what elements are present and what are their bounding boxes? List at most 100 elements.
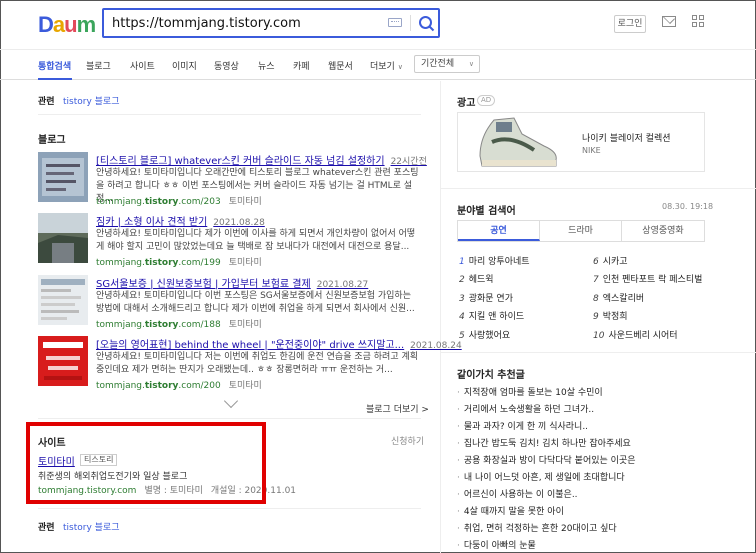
search-input[interactable] — [112, 13, 372, 33]
daum-logo[interactable]: Daum — [38, 12, 96, 38]
blog-item-date: 2021.08.27 — [316, 280, 369, 290]
blog-item-date: 2021.08.24 — [410, 341, 462, 351]
ranking-date: 08.30. 19:18 — [662, 202, 714, 211]
recommend-item[interactable]: 공용 화장실과 방이 다닥다닥 붙어있는 이곳은 — [457, 453, 636, 466]
recommend-item[interactable]: 물과 과자? 이게 한 끼 식사라니.. — [457, 419, 588, 432]
chevron-down-icon: ∨ — [397, 63, 403, 71]
blog-item-author: 토미타미 — [228, 320, 262, 330]
recommend-item[interactable]: 어르신이 사용하는 이 이불은.. — [457, 487, 578, 500]
period-select-value: 기간전체 — [421, 59, 455, 69]
blog-item-source[interactable]: tommjang.tistory.com/203 토미타미 — [96, 194, 262, 207]
recommend-item[interactable]: 거리에서 노숙생활을 하던 그녀가.. — [457, 402, 594, 415]
ranking-item[interactable]: 5 사랑했어요 — [459, 328, 510, 341]
ranking-title: 분야별 검색어 — [457, 206, 516, 217]
ranking-item[interactable]: 9 박정희 — [593, 309, 628, 322]
divider — [38, 114, 421, 115]
url-suffix: .com/199 — [178, 258, 221, 268]
rank-number: 5 — [459, 331, 465, 341]
blog-item-title[interactable]: [티스토리 블로그] whatever스킨 커버 슬라이드 자동 넘김 설정하기… — [96, 152, 427, 167]
blog-item-title-text: 짐카 | 소형 이사 견적 받기 — [96, 217, 208, 228]
site-register-link[interactable]: 신청하기 — [391, 434, 424, 447]
blog-section-title: 블로그 — [38, 135, 66, 146]
ranking-item[interactable]: 7 인천 펜타포트 락 페스티벌 — [593, 272, 702, 285]
ranking-tab-movie[interactable]: 상영중영화 — [622, 221, 704, 241]
recommend-item[interactable]: 취업, 면허 걱정하는 흔한 20대이고 싶다 — [457, 521, 617, 534]
tab-news[interactable]: 뉴스 — [258, 59, 275, 72]
blog-item-title-text: [오늘의 영어표현] behind the wheel | "운전중이야" dr… — [96, 340, 405, 351]
blog-thumbnail[interactable] — [38, 213, 88, 263]
column-divider — [440, 81, 441, 553]
blog-item-title[interactable]: 짐카 | 소형 이사 견적 받기 2021.08.28 — [96, 213, 265, 228]
url-suffix: .com/203 — [178, 197, 221, 207]
ranking-item[interactable]: 1 마리 앙투아네트 — [459, 254, 530, 267]
recommend-item[interactable]: 내 나이 어느덧 아흔, 제 생일에 초대합니다 — [457, 470, 625, 483]
ranking-tab-performance[interactable]: 공연 — [458, 221, 540, 241]
rank-text: 헤드윅 — [468, 275, 494, 285]
blog-thumbnail[interactable] — [38, 152, 88, 202]
ranking-item[interactable]: 8 엑스칼리버 — [593, 291, 644, 304]
ad-product-name: 나이키 블레이저 컬렉션 — [582, 134, 671, 144]
blog-item-snippet: 안녕하세요! 토미타미입니다 저는 이번에 취업도 한김에 운전 연습을 조금 … — [96, 352, 419, 375]
recommend-title: 같이가치 추천글 — [457, 370, 525, 381]
search-tabs: 통합검색 블로그 사이트 이미지 동영상 뉴스 카페 웹문서 더보기 ∨ — [0, 50, 756, 80]
tab-webdoc[interactable]: 웹문서 — [328, 59, 353, 72]
tab-site[interactable]: 사이트 — [130, 59, 155, 72]
related-link-bottom[interactable]: tistory 블로그 — [63, 520, 119, 533]
blog-item-source[interactable]: tommjang.tistory.com/188 토미타미 — [96, 317, 262, 330]
url-prefix: tommjang. — [96, 381, 145, 391]
login-button[interactable]: 로그인 — [614, 15, 646, 33]
tab-integrated[interactable]: 통합검색 — [38, 59, 71, 72]
rank-text: 지킬 앤 하이드 — [468, 312, 525, 322]
ad-card[interactable]: 나이키 블레이저 컬렉션 NIKE — [457, 112, 705, 172]
recommend-item[interactable]: 4살 때까지 말을 못한 아이 — [457, 504, 564, 517]
keyboard-icon[interactable] — [388, 18, 402, 27]
url-suffix: .com/200 — [178, 381, 221, 391]
rank-text: 사랑했어요 — [468, 331, 511, 341]
ranking-item[interactable]: 2 헤드윅 — [459, 272, 494, 285]
blog-more-link[interactable]: 블로그 더보기 > — [366, 402, 429, 415]
rank-text: 박정희 — [602, 312, 628, 322]
tab-blog[interactable]: 블로그 — [86, 59, 111, 72]
header: Daum 로그인 — [0, 0, 756, 50]
search-icon[interactable] — [416, 13, 438, 35]
recommend-item[interactable]: 집나간 밥도둑 김치! 김치 하나만 잡아주세요 — [457, 436, 631, 449]
ranking-item[interactable]: 10 사운드베리 시어터 — [593, 328, 678, 341]
apps-grid-icon[interactable] — [692, 15, 705, 28]
tab-more[interactable]: 더보기 ∨ — [370, 59, 403, 72]
rank-text: 엑스칼리버 — [602, 294, 645, 304]
blog-thumbnail[interactable] — [38, 275, 88, 325]
tab-image[interactable]: 이미지 — [172, 59, 197, 72]
recommend-item[interactable]: 지적장애 엄마를 돌보는 10살 수민이 — [457, 385, 603, 398]
divider — [441, 188, 756, 189]
blog-item-source[interactable]: tommjang.tistory.com/199 토미타미 — [96, 255, 262, 268]
rank-number: 1 — [459, 257, 465, 267]
tab-more-label: 더보기 — [370, 62, 395, 72]
ranking-tab-drama[interactable]: 드라마 — [540, 221, 622, 241]
divider — [38, 418, 421, 419]
url-bold: tistory — [144, 381, 179, 391]
blog-item-title[interactable]: [오늘의 영어표현] behind the wheel | "운전중이야" dr… — [96, 336, 462, 351]
related-label: 관련 — [38, 97, 55, 107]
tab-video[interactable]: 동영상 — [214, 59, 239, 72]
highlight-box — [26, 422, 266, 504]
chevron-down-icon: ∨ — [468, 60, 474, 68]
ranking-item[interactable]: 4 지킬 앤 하이드 — [459, 309, 524, 322]
blog-thumbnail[interactable] — [38, 336, 88, 386]
ranking-item[interactable]: 3 광화문 연가 — [459, 291, 513, 304]
tab-cafe[interactable]: 카페 — [293, 59, 310, 72]
blog-item-title[interactable]: SG서울보증 | 신원보증보험 | 가입부터 보험료 결제 2021.08.27 — [96, 275, 368, 290]
rank-number: 2 — [459, 275, 465, 285]
related-link[interactable]: tistory 블로그 — [63, 94, 119, 107]
blog-item-date: 22시간전 — [390, 157, 427, 167]
mail-icon[interactable] — [662, 16, 676, 27]
blog-item-author: 토미타미 — [228, 197, 262, 207]
blog-item-source[interactable]: tommjang.tistory.com/200 토미타미 — [96, 378, 262, 391]
rank-number: 3 — [459, 294, 465, 304]
blog-item-author: 토미타미 — [228, 381, 262, 391]
rank-number: 9 — [593, 312, 599, 322]
divider — [38, 508, 421, 509]
period-select[interactable]: 기간전체 ∨ — [414, 55, 480, 73]
recommend-item[interactable]: 다둥이 아빠의 눈물 — [457, 538, 536, 551]
url-bold: tistory — [144, 258, 179, 268]
ranking-item[interactable]: 6 시카고 — [593, 254, 628, 267]
